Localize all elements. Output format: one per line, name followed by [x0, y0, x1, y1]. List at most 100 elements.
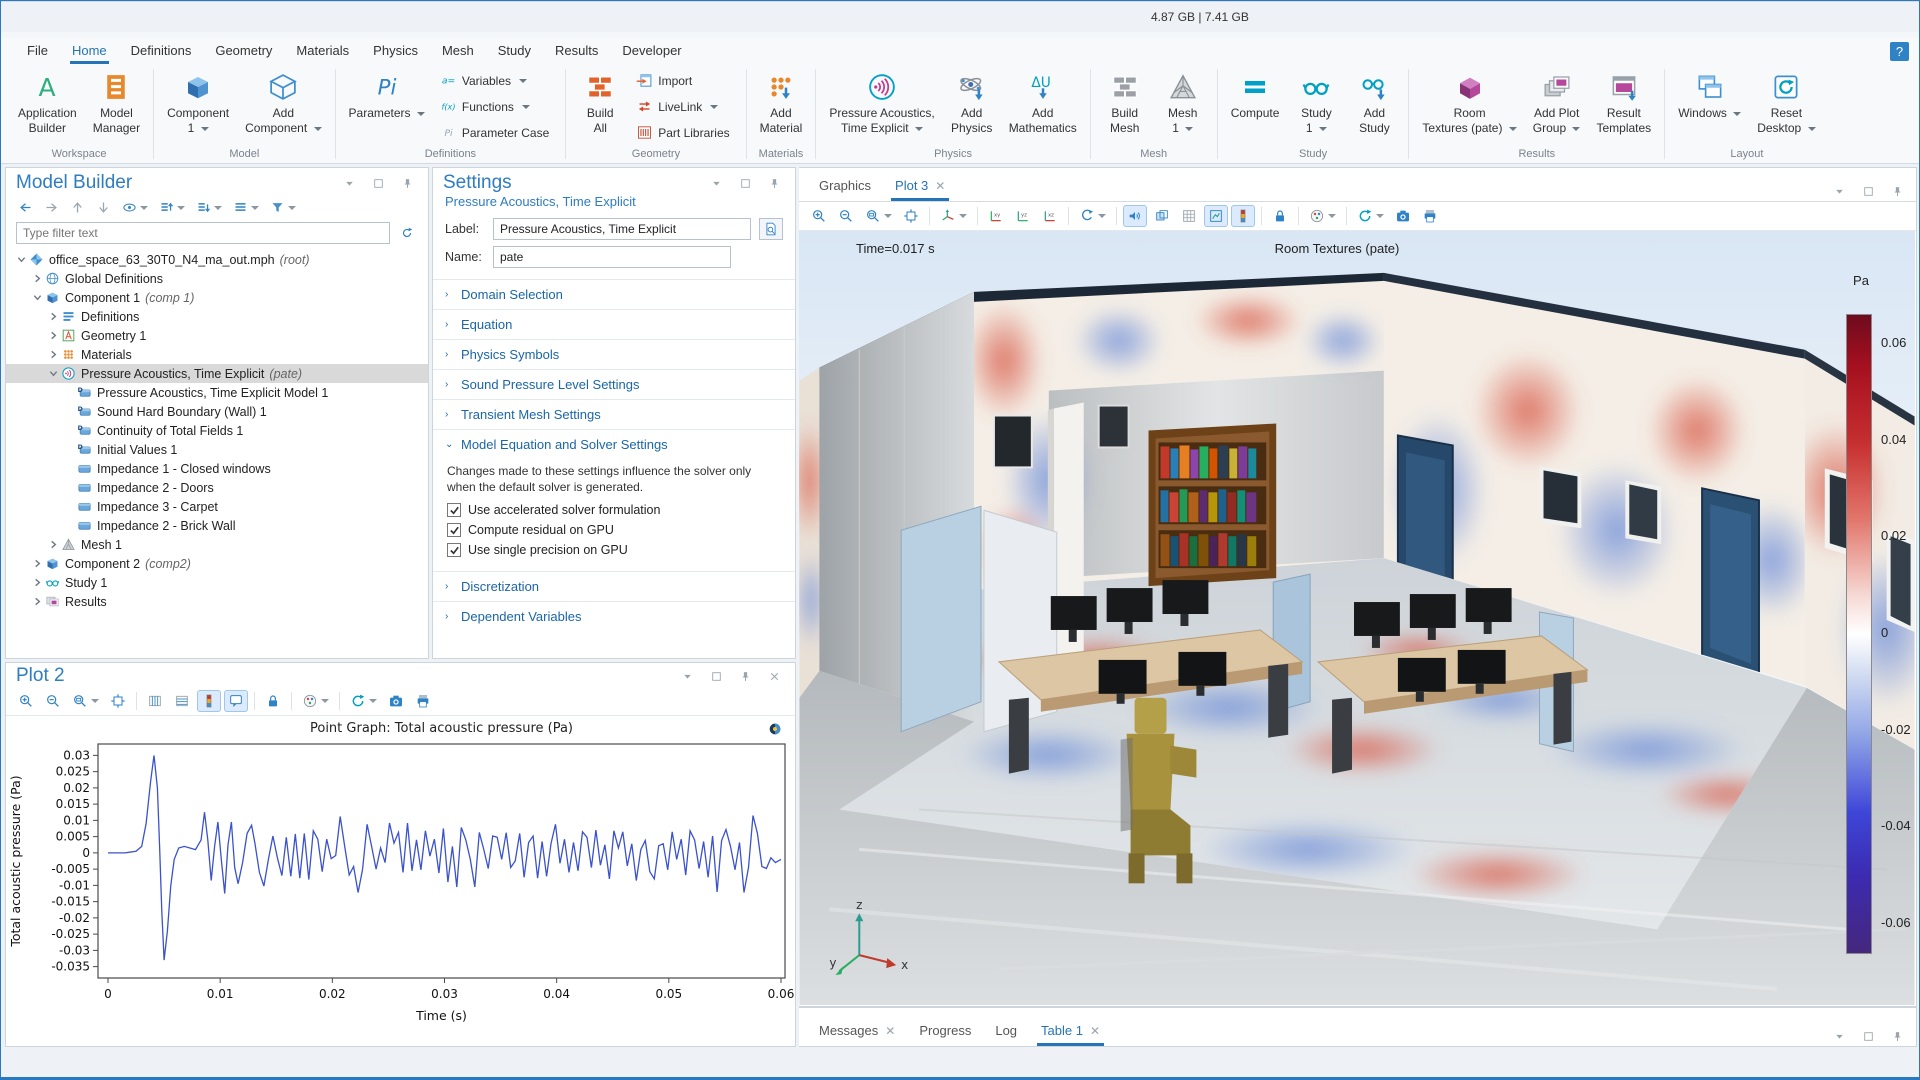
section-domain-selection[interactable]: › Domain Selection: [433, 279, 795, 309]
tab-graphics[interactable]: Graphics: [807, 171, 883, 201]
axis-triad-button[interactable]: [936, 205, 971, 227]
tab-close-icon[interactable]: ✕: [885, 1024, 895, 1038]
checkbox-compute-residual-on-gpu[interactable]: Compute residual on GPU: [447, 523, 781, 538]
view-xy-button[interactable]: xy: [984, 205, 1008, 227]
tree-item-sound-hard-boundary-wall-1[interactable]: D Sound Hard Boundary (Wall) 1: [6, 402, 428, 421]
panel-float-button[interactable]: [735, 174, 756, 193]
panel-float-button[interactable]: [1858, 1027, 1879, 1046]
ribbon-import-button[interactable]: Import: [634, 71, 735, 90]
panel-float-button[interactable]: [368, 174, 389, 193]
panel-menu-button[interactable]: [1829, 1027, 1850, 1046]
list-up-button[interactable]: [155, 197, 189, 218]
tree-item-office-space-63-30t0-n4-ma-out-mph[interactable]: office_space_63_30T0_N4_ma_out.mph (root): [6, 250, 428, 269]
ribbon-result-templates-button[interactable]: Result Templates: [1589, 67, 1658, 146]
panel-float-button[interactable]: [706, 667, 727, 686]
menu-definitions[interactable]: Definitions: [119, 39, 204, 64]
tree-item-geometry-1[interactable]: Geometry 1: [6, 326, 428, 345]
menu-materials[interactable]: Materials: [284, 39, 361, 64]
ribbon-build-mesh-button[interactable]: Build Mesh: [1097, 67, 1153, 146]
checkbox-use-single-precision-on-gpu[interactable]: Use single precision on GPU: [447, 543, 781, 558]
ribbon-add-study-button[interactable]: Add Study: [1346, 67, 1402, 146]
grid-horizontal-button[interactable]: [170, 690, 194, 712]
tree-item-study-1[interactable]: Study 1: [6, 573, 428, 592]
section-physics-symbols[interactable]: › Physics Symbols: [433, 339, 795, 369]
ribbon-livelink-button[interactable]: LiveLink: [634, 97, 735, 116]
zoom-box-button[interactable]: [68, 690, 103, 712]
panel-menu-button[interactable]: [677, 667, 698, 686]
checkbox-use-accelerated-solver-formulation[interactable]: Use accelerated solver formulation: [447, 503, 781, 518]
tree-item-impedance-2-doors[interactable]: Impedance 2 - Doors: [6, 478, 428, 497]
rotate-button[interactable]: [1075, 205, 1110, 227]
arrow-left-button[interactable]: [14, 197, 37, 218]
menu-home[interactable]: Home: [60, 39, 119, 64]
extents-button[interactable]: [106, 690, 130, 712]
tree-item-impedance-1-closed-windows[interactable]: Impedance 1 - Closed windows: [6, 459, 428, 478]
tab-table-1[interactable]: Table 1 ✕: [1029, 1016, 1112, 1046]
rename-button[interactable]: [759, 218, 783, 240]
lock-button[interactable]: [1268, 205, 1292, 227]
section-discretization[interactable]: › Discretization: [433, 571, 795, 601]
ribbon-pressure-acoustics-time-explicit-button[interactable]: Pressure Acoustics, Time Explicit: [822, 67, 941, 146]
ribbon-build-all-button[interactable]: Build All: [572, 67, 628, 146]
tree-item-component-1[interactable]: Component 1 (comp 1): [6, 288, 428, 307]
ribbon-room-textures-pate--button[interactable]: Room Textures (pate): [1415, 67, 1523, 146]
colorbar-ic-button[interactable]: [1231, 205, 1255, 227]
ribbon-add-component-button[interactable]: Add Component: [238, 67, 328, 146]
chevron-right-icon[interactable]: [30, 578, 44, 587]
label-input[interactable]: [493, 218, 751, 240]
chevron-down-icon[interactable]: [14, 255, 28, 264]
ribbon-functions-button[interactable]: f(x) Functions: [438, 97, 555, 116]
view-yz-button[interactable]: yz: [1011, 205, 1035, 227]
tree-item-pressure-acoustics-time-explicit[interactable]: Pressure Acoustics, Time Explicit (pate): [6, 364, 428, 383]
tab-plot-3[interactable]: Plot 3 ✕: [883, 171, 957, 201]
colorbar-ic-button[interactable]: [197, 690, 221, 712]
ribbon-add-plot-group-button[interactable]: Add Plot Group: [1526, 67, 1588, 146]
plotwin-button[interactable]: [1204, 205, 1228, 227]
chevron-right-icon[interactable]: [30, 559, 44, 568]
panel-menu-button[interactable]: [1829, 182, 1850, 201]
panel-pin-button[interactable]: [1887, 1027, 1908, 1046]
section-dependent-variables[interactable]: › Dependent Variables: [433, 601, 795, 631]
ribbon-reset-desktop-button[interactable]: Reset Desktop: [1750, 67, 1822, 146]
ribbon-windows-button[interactable]: Windows: [1671, 67, 1748, 146]
refresh-button[interactable]: [1353, 205, 1388, 227]
tree-item-continuity-of-total-fields-1[interactable]: D Continuity of Total Fields 1: [6, 421, 428, 440]
tab-progress[interactable]: Progress: [907, 1016, 983, 1046]
ribbon-parameter-case-button[interactable]: Pi Parameter Case: [438, 123, 555, 142]
panel-menu-button[interactable]: [339, 174, 360, 193]
menu-developer[interactable]: Developer: [610, 39, 693, 64]
ribbon-part-libraries-button[interactable]: Part Libraries: [634, 123, 735, 142]
tab-log[interactable]: Log: [983, 1016, 1029, 1046]
menu-results[interactable]: Results: [543, 39, 610, 64]
chevron-right-icon[interactable]: [46, 350, 60, 359]
section-sound-pressure-level-settings[interactable]: › Sound Pressure Level Settings: [433, 369, 795, 399]
refresh-filter-button[interactable]: [396, 223, 418, 243]
panel-menu-button[interactable]: [706, 174, 727, 193]
ribbon-model-manager-button[interactable]: Model Manager: [86, 67, 147, 146]
tree-item-materials[interactable]: Materials: [6, 345, 428, 364]
speaker-button[interactable]: [1123, 205, 1147, 227]
tree-item-results[interactable]: Results: [6, 592, 428, 611]
arrow-up-button[interactable]: [66, 197, 89, 218]
ribbon-component-1-button[interactable]: Component 1: [160, 67, 236, 146]
comsol-logo-button[interactable]: [763, 718, 787, 740]
tree-item-component-2[interactable]: Component 2 (comp2): [6, 554, 428, 573]
ribbon-add-material-button[interactable]: Add Material: [753, 67, 810, 146]
lock-button[interactable]: [261, 690, 285, 712]
ribbon-study-1-button[interactable]: Study 1: [1288, 67, 1344, 146]
ribbon-mesh-1-button[interactable]: Mesh 1: [1155, 67, 1211, 146]
view-xz-button[interactable]: xz: [1038, 205, 1062, 227]
tab-close-icon[interactable]: ✕: [1090, 1024, 1100, 1038]
ribbon-variables-button[interactable]: a= Variables: [438, 71, 555, 90]
panel-pin-button[interactable]: [397, 174, 418, 193]
panel-pin-button[interactable]: [1887, 182, 1908, 201]
chevron-down-icon[interactable]: [46, 369, 60, 378]
section-transient-mesh-settings[interactable]: › Transient Mesh Settings: [433, 399, 795, 429]
palette-button[interactable]: [298, 690, 333, 712]
tree-item-impedance-2-brick-wall[interactable]: Impedance 2 - Brick Wall: [6, 516, 428, 535]
chevron-right-icon[interactable]: [30, 274, 44, 283]
ribbon-parameters-button[interactable]: Pi Parameters: [342, 67, 432, 146]
menu-physics[interactable]: Physics: [361, 39, 430, 64]
arrow-right-button[interactable]: [40, 197, 63, 218]
zoom-out-button[interactable]: [834, 205, 858, 227]
